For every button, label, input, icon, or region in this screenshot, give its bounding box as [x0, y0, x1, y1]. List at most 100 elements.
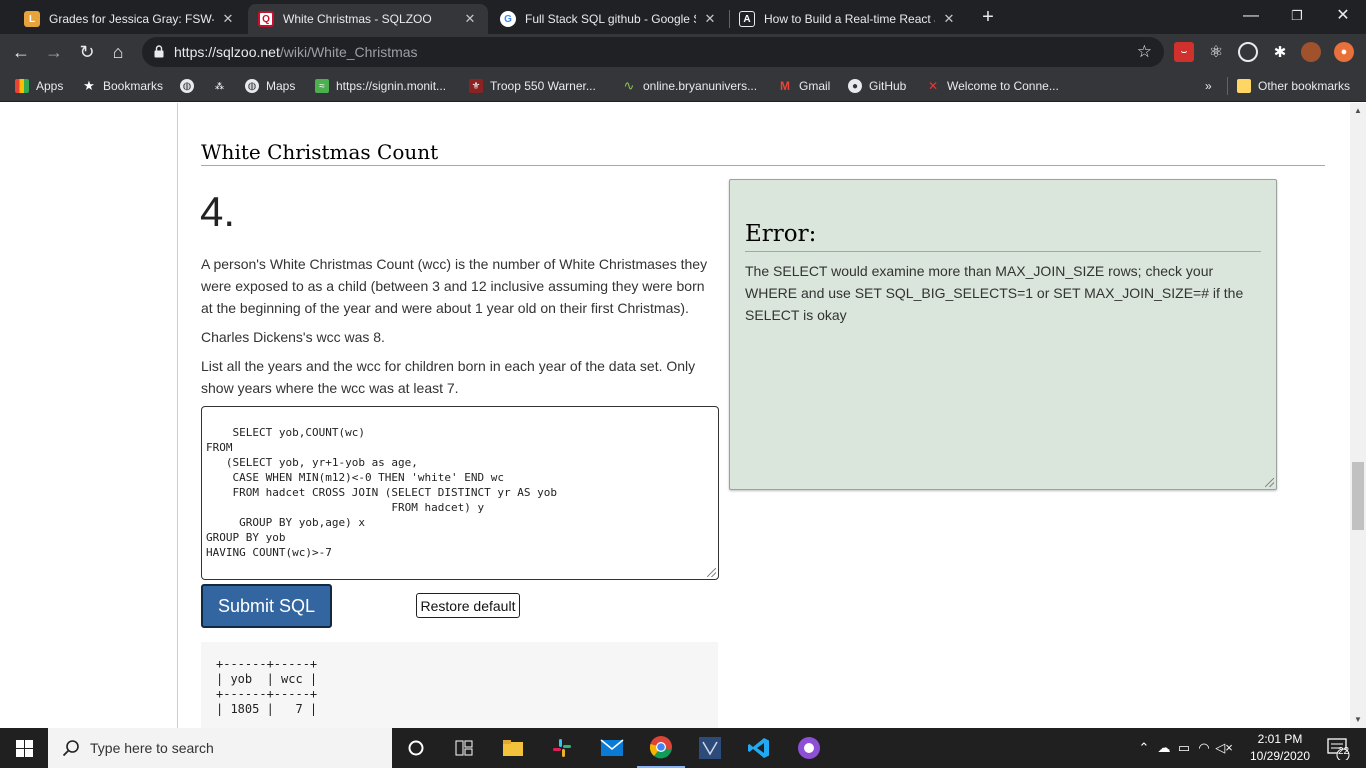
bookmark-star-icon[interactable]: ☆ [1137, 42, 1152, 62]
tab-title: How to Build a Real-time React a [764, 12, 935, 26]
question-task: List all the years and the wcc for child… [201, 358, 696, 396]
query-result: +------+-----+ | yob | wcc | +------+---… [201, 642, 718, 728]
close-tab-icon[interactable]: ✕ [462, 11, 478, 27]
resize-grip-icon[interactable] [707, 568, 716, 577]
cortana-icon[interactable] [392, 728, 440, 768]
tab-google[interactable]: G Full Stack SQL github - Google Se ✕ [490, 4, 728, 34]
reload-icon[interactable]: ↻ [75, 40, 99, 64]
bookmark-label: Welcome to Conne... [947, 79, 1059, 93]
tab-sqlzoo[interactable]: Q White Christmas - SQLZOO ✕ [248, 4, 488, 34]
bookmark-dots[interactable]: ⁂ [212, 77, 233, 95]
canvas-favicon-icon: L [24, 11, 40, 27]
error-title: Error: [745, 221, 817, 247]
pocket-extension-icon[interactable]: ⌣ [1174, 42, 1194, 62]
sql-server-icon [699, 737, 721, 759]
restore-default-button[interactable]: Restore default [416, 593, 520, 618]
scrollbar-thumb[interactable] [1352, 462, 1364, 530]
url-path: /wiki/White_Christmas [279, 44, 418, 60]
wifi-icon[interactable]: ◠ [1194, 740, 1214, 756]
home-icon[interactable]: ⌂ [106, 40, 130, 64]
bookmark-globe[interactable]: ◍ [180, 77, 201, 95]
browser-toolbar: ← → ↻ ⌂ https://sqlzoo.net/wiki/White_Ch… [0, 34, 1366, 70]
bookmark-connect[interactable]: ✕ Welcome to Conne... [926, 77, 1059, 95]
bookmark-apps[interactable]: Apps [15, 77, 63, 95]
close-tab-icon[interactable]: ✕ [220, 11, 236, 27]
swirl-icon: ∿ [623, 78, 635, 93]
minimize-icon[interactable]: — [1228, 0, 1274, 32]
bookmark-github[interactable]: ● GitHub [848, 77, 906, 95]
close-tab-icon[interactable]: ✕ [702, 11, 718, 27]
record-extension-icon[interactable] [1238, 42, 1258, 62]
address-bar[interactable]: https://sqlzoo.net/wiki/White_Christmas … [142, 37, 1164, 67]
extensions-puzzle-icon[interactable]: ✱ [1270, 42, 1290, 62]
forward-icon[interactable]: → [42, 40, 66, 64]
browser-tab-strip: L Grades for Jessica Gray: FSW-140 ✕ Q W… [0, 0, 1366, 34]
tab-grades[interactable]: L Grades for Jessica Gray: FSW-140 ✕ [14, 4, 246, 34]
github-icon: ● [848, 79, 862, 93]
notifications-icon[interactable]: 22 [1318, 728, 1358, 768]
restore-window-icon[interactable]: ❐ [1274, 0, 1320, 32]
resize-grip-icon[interactable] [1265, 478, 1274, 487]
battery-icon[interactable]: ▭ [1174, 740, 1194, 756]
windows-logo-icon [15, 739, 33, 757]
page-content: White Christmas Count 4. A person's Whit… [0, 103, 1350, 728]
profile-avatar[interactable] [1301, 42, 1321, 62]
bookmark-gmail[interactable]: M Gmail [778, 77, 830, 95]
folder-icon [503, 740, 523, 756]
tab-title: Full Stack SQL github - Google Se [525, 12, 696, 26]
mail-icon[interactable] [588, 728, 636, 768]
tab-title: Grades for Jessica Gray: FSW-140 [49, 12, 214, 26]
clock-date: 10/29/2020 [1249, 749, 1311, 763]
url-text: https://sqlzoo.net/wiki/White_Christmas [174, 44, 418, 60]
scroll-up-icon[interactable]: ▲ [1350, 103, 1366, 119]
show-hidden-icons-icon[interactable]: ⌃ [1134, 740, 1154, 756]
chrome-taskbar-icon[interactable] [637, 728, 685, 768]
sql-editor[interactable]: SELECT yob,COUNT(wc) FROM (SELECT yob, y… [201, 406, 719, 580]
sql-editor-text: SELECT yob,COUNT(wc) FROM (SELECT yob, y… [206, 426, 557, 559]
error-message: The SELECT would examine more than MAX_J… [745, 263, 1244, 323]
new-tab-icon[interactable]: + [977, 6, 999, 28]
section-divider [201, 165, 1325, 166]
react-article-favicon-icon: A [739, 11, 755, 27]
bookmark-label: Bookmarks [103, 79, 164, 93]
start-button[interactable] [0, 728, 48, 768]
folder-icon [1237, 79, 1251, 93]
back-icon[interactable]: ← [9, 40, 33, 64]
globe-icon: ◍ [180, 79, 194, 93]
bookmark-troop[interactable]: ⚜ Troop 550 Warner... [469, 77, 596, 95]
vscode-icon[interactable] [735, 728, 783, 768]
bookmark-bryan[interactable]: ∿ online.bryanunivers... [622, 77, 758, 95]
bookmarks-bar: Apps ★ Bookmarks ◍ ⁂ ◍ Maps ≈ https://si… [0, 70, 1366, 102]
app-purple-icon[interactable] [785, 728, 833, 768]
react-devtools-icon[interactable]: ⚛ [1206, 42, 1226, 62]
star-icon: ★ [83, 78, 95, 93]
tab-react[interactable]: A How to Build a Real-time React a ✕ [729, 4, 967, 34]
troop-icon: ⚜ [469, 79, 483, 93]
page-scrollbar[interactable]: ▲ ▼ [1350, 103, 1366, 728]
update-menu-icon[interactable]: ● [1334, 42, 1354, 62]
taskbar-clock[interactable]: 2:01 PM 10/29/2020 [1248, 731, 1312, 765]
scroll-down-icon[interactable]: ▼ [1350, 712, 1366, 728]
bookmarks-overflow-icon[interactable]: » [1205, 77, 1212, 95]
close-window-icon[interactable]: ✕ [1320, 0, 1366, 32]
bookmark-other[interactable]: Other bookmarks [1237, 77, 1350, 95]
notification-count: 22 [1338, 746, 1350, 757]
bookmark-maps[interactable]: ◍ Maps [245, 77, 295, 95]
slack-logo-icon [553, 739, 571, 757]
close-tab-icon[interactable]: ✕ [941, 11, 957, 27]
cortana-circle-icon [408, 740, 424, 756]
bookmark-bookmarks[interactable]: ★ Bookmarks [82, 77, 163, 95]
onedrive-icon[interactable]: ☁ [1154, 740, 1174, 756]
taskbar-search[interactable]: Type here to search [48, 728, 392, 768]
submit-sql-button[interactable]: Submit SQL [201, 584, 332, 628]
globe-icon: ◍ [245, 79, 259, 93]
task-view-glyph-icon [455, 740, 473, 756]
slack-icon[interactable] [538, 728, 586, 768]
task-view-icon[interactable] [440, 728, 488, 768]
ssms-icon[interactable] [686, 728, 734, 768]
bookmark-monitor[interactable]: ≈ https://signin.monit... [315, 77, 446, 95]
volume-muted-icon[interactable]: ◁× [1214, 740, 1234, 756]
clock-time: 2:01 PM [1257, 732, 1303, 746]
file-explorer-icon[interactable] [489, 728, 537, 768]
bookmark-label: Troop 550 Warner... [490, 79, 596, 93]
